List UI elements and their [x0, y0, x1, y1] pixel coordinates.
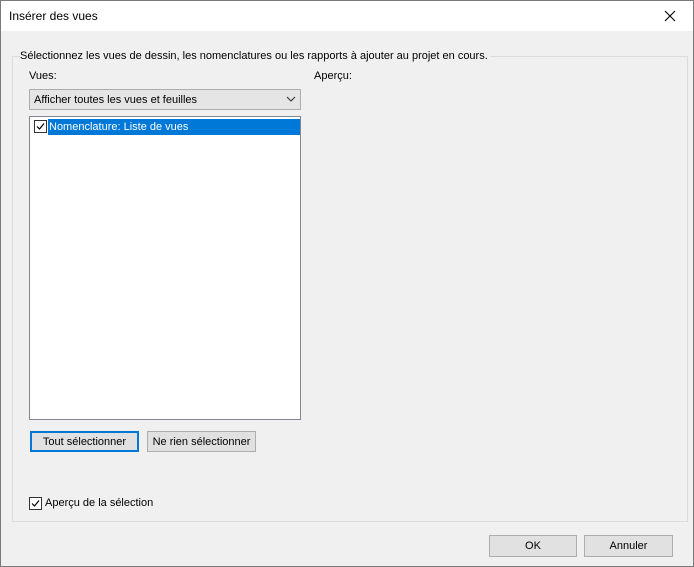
views-listbox[interactable]: Nomenclature: Liste de vues — [29, 116, 301, 420]
close-button[interactable] — [647, 1, 693, 31]
views-label: Vues: — [29, 70, 57, 82]
close-icon — [664, 10, 676, 22]
list-item-checkbox[interactable] — [34, 120, 47, 133]
dialog-title: Insérer des vues — [9, 9, 98, 23]
preview-selection-label: Aperçu de la sélection — [45, 497, 154, 509]
select-all-button[interactable]: Tout sélectionner — [30, 431, 139, 452]
title-bar: Insérer des vues — [1, 1, 693, 31]
list-item-label: Nomenclature: Liste de vues — [48, 119, 300, 135]
view-filter-value: Afficher toutes les vues et feuilles — [34, 94, 198, 106]
preview-label: Aperçu: — [314, 70, 352, 82]
view-filter-dropdown[interactable]: Afficher toutes les vues et feuilles — [29, 89, 301, 110]
checkbox-checked-icon — [36, 123, 45, 130]
chevron-down-icon — [286, 96, 296, 102]
list-item[interactable]: Nomenclature: Liste de vues — [32, 119, 300, 135]
ok-button[interactable]: OK — [489, 535, 577, 557]
preview-selection-checkbox-row[interactable]: Aperçu de la sélection — [29, 497, 169, 513]
checkbox-checked-icon — [31, 500, 40, 507]
group-caption: Sélectionnez les vues de dessin, les nom… — [20, 50, 490, 62]
cancel-button[interactable]: Annuler — [584, 535, 673, 557]
select-none-button[interactable]: Ne rien sélectionner — [147, 431, 256, 452]
preview-selection-checkbox[interactable] — [29, 497, 42, 510]
